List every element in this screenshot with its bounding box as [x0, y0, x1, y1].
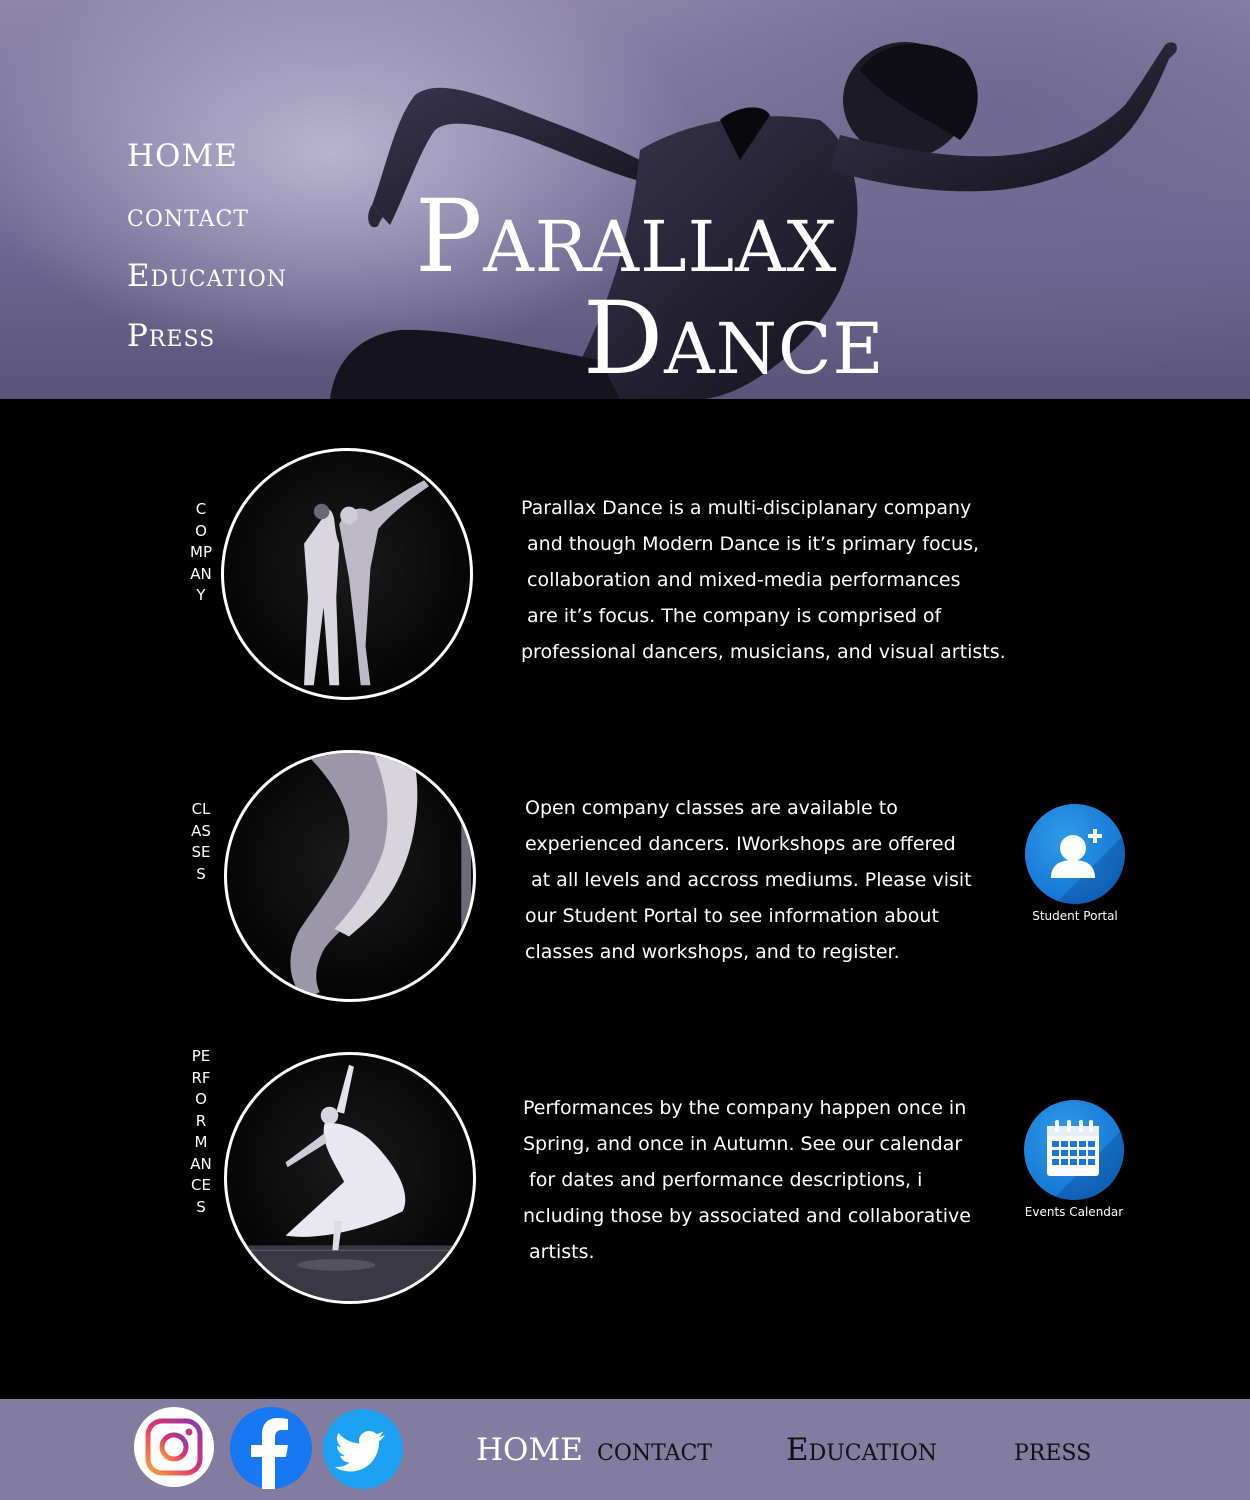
nav-contact[interactable]: contact	[127, 186, 287, 246]
brand-line-2: Dance	[583, 280, 885, 397]
events-calendar-button[interactable]: Events Calendar	[1019, 1100, 1129, 1220]
events-calendar-label: Events Calendar	[1024, 1205, 1124, 1219]
hero-banner: HOME contact Education Press Parallax Da…	[0, 0, 1250, 399]
facebook-icon[interactable]	[230, 1407, 312, 1489]
classes-description: Open company classes are available to ex…	[525, 797, 972, 963]
classes-photo	[224, 750, 476, 1002]
student-portal-button[interactable]: Student Portal	[1020, 804, 1130, 924]
main-nav: HOME contact Education Press	[127, 126, 287, 366]
student-portal-label: Student Portal	[1032, 909, 1118, 923]
company-description: Parallax Dance is a multi-disciplanary c…	[521, 497, 1006, 663]
instagram-icon[interactable]	[134, 1407, 214, 1487]
nav-press[interactable]: Press	[127, 306, 287, 366]
footer-nav-press[interactable]: press	[1014, 1430, 1091, 1470]
brand-line-1: Parallax	[415, 178, 838, 295]
calendar-icon	[1024, 1100, 1124, 1200]
nav-home[interactable]: HOME	[127, 126, 287, 186]
classes-vertical-label: CLASSES	[191, 800, 211, 883]
performances-vertical-label: PERFORMANCES	[190, 1047, 212, 1216]
add-user-icon	[1025, 804, 1125, 904]
performances-photo	[224, 1052, 476, 1304]
twitter-icon[interactable]	[323, 1409, 403, 1489]
footer-nav-education[interactable]: Education	[786, 1430, 937, 1470]
brand-title: Parallax Dance	[415, 186, 955, 390]
performances-description: Performances by the company happen once …	[523, 1097, 971, 1263]
footer-nav-contact[interactable]: contact	[597, 1430, 712, 1470]
footer-nav-home[interactable]: HOME	[476, 1430, 583, 1470]
company-vertical-label: COMPANY	[190, 500, 212, 604]
company-photo	[221, 448, 473, 700]
nav-education[interactable]: Education	[127, 246, 287, 306]
